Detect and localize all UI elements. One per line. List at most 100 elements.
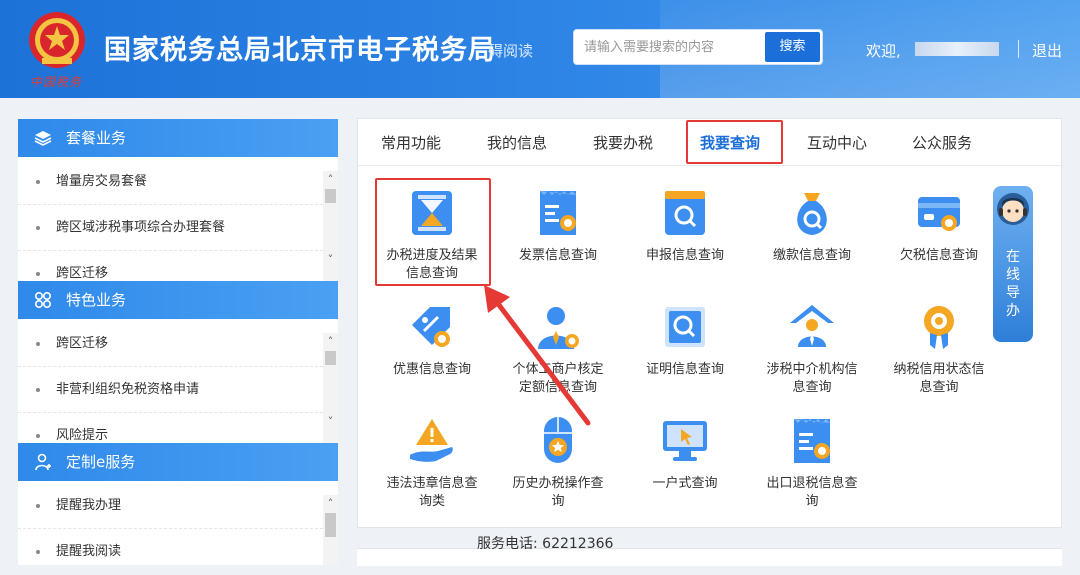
function-label-line1: 出口退税信息查 [766,476,858,491]
sidebar-item[interactable]: 跨区迁移 [18,251,323,281]
scroll-up-icon[interactable]: ˄ [323,173,338,187]
function-label-line1: 欠税信息查询 [899,248,978,263]
function-tile[interactable]: 一户式查询 [625,415,745,493]
sidebar-item[interactable]: 提醒我阅读 [18,529,323,575]
sidebar-item-label: 非营利组织免税资格申请 [56,382,200,397]
invoice-search-icon [540,191,576,235]
sidebar-item[interactable]: 跨区迁移 [18,321,323,367]
online-guide-label: 在线导办 [993,248,1033,320]
declaration-search-icon [665,191,705,235]
assistant-avatar-icon [997,193,1029,225]
section-header-featured[interactable]: 特色业务 [18,281,338,319]
sidebar-item-label: 增量房交易套餐 [56,174,148,189]
function-tile[interactable]: 纳税信用状态信 息查询 [879,301,999,397]
scroll-up-icon[interactable]: ˄ [323,497,338,511]
scroll-thumb[interactable] [325,189,336,203]
scroll-down-icon[interactable]: ˅ [323,253,338,267]
online-guide-char: 在 [1006,249,1020,265]
header-divider [1018,40,1019,58]
site-title: 国家税务总局北京市电子税务局 [104,35,496,66]
search-input[interactable] [574,30,752,64]
tab-bar: 常用功能 我的信息 我要办税 我要查询 互动中心 公众服务 [358,119,1061,166]
grid-icon [34,291,52,309]
section-title: 特色业务 [66,291,127,309]
sidebar-item-label: 提醒我阅读 [56,544,122,559]
tax-motto-logo: 中国税务 [30,75,83,89]
tab-public-service[interactable]: 公众服务 [912,132,972,153]
sidebar-item-label: 风险提示 [56,428,109,443]
search-box: 搜索 [574,30,822,64]
sidebar-item-label: 跨区域涉税事项综合办理套餐 [56,220,226,235]
function-label-line1: 纳税信用状态信 [893,362,985,377]
sidebar-item[interactable]: 非营利组织免税资格申请 [18,367,323,413]
function-label-line2: 询 [805,494,819,509]
scroll-down-icon[interactable]: ˅ [323,415,338,429]
sidebar-item[interactable]: 提醒我办理 [18,483,323,529]
function-label-line1: 申报信息查询 [645,248,724,263]
online-guide-char: 办 [1006,303,1020,319]
online-guide-char: 导 [1006,285,1020,301]
user-plus-icon [35,453,51,471]
credit-medal-icon [924,306,954,349]
sidebar-item[interactable]: 增量房交易套餐 [18,159,323,205]
tax-emblem-icon [29,12,85,68]
left-sidebar: 套餐业务 增量房交易套餐 跨区域涉税事项综合办理套餐 跨区迁移 ˄ ˅ 特色业务… [18,119,338,565]
tab-tax-filing[interactable]: 我要办税 [593,132,653,153]
section-title: 定制e服务 [66,453,136,471]
sidebar-item-label: 跨区迁移 [56,266,109,281]
function-tile[interactable]: 发票信息查询 [498,187,618,265]
sidebar-item[interactable]: 跨区域涉税事项综合办理套餐 [18,205,323,251]
monitor-cursor-icon [663,421,707,461]
function-tile[interactable]: 欠税信息查询 [879,187,999,265]
sidebar-item[interactable]: 风险提示 [18,413,323,443]
tab-interaction-center[interactable]: 互动中心 [807,132,867,153]
sidebar-item-label: 提醒我办理 [56,498,122,513]
scrollbar[interactable]: ˄ ˅ [323,333,338,443]
annotation-arrow-icon [484,285,591,426]
function-tile[interactable]: 证明信息查询 [625,301,745,379]
function-tile[interactable]: 出口退税信息查询 [752,415,872,511]
bullet [36,550,40,554]
function-tile[interactable]: 优惠信息查询 [372,301,492,379]
function-tile[interactable]: 违法违章信息查 询类 [372,415,492,511]
function-label-line1: 一户式查询 [652,476,718,491]
bullet [36,434,40,438]
section-header-package[interactable]: 套餐业务 [18,119,338,157]
logout-link[interactable]: 退出 [1032,40,1062,61]
function-label-line1: 违法违章信息查 [386,476,478,491]
tab-common-functions[interactable]: 常用功能 [381,132,441,153]
bottom-panel [357,548,1062,566]
bullet [36,180,40,184]
function-label-line1: 发票信息查询 [518,248,597,263]
accessibility-reading-link[interactable]: 碍阅读 [488,40,533,61]
function-tile[interactable]: 缴款信息查询 [752,187,872,265]
scroll-up-icon[interactable]: ˄ [323,335,338,349]
section-header-custom-service[interactable]: 定制e服务 [18,443,338,481]
bullet [36,342,40,346]
bullet [36,504,40,508]
function-label-line2: 息查询 [919,380,959,395]
agency-house-icon [790,305,834,347]
scroll-thumb[interactable] [325,513,336,537]
warning-hand-icon [410,419,453,462]
certificate-search-icon [665,307,705,347]
scroll-thumb[interactable] [325,351,336,365]
function-tile[interactable]: 申报信息查询 [625,187,745,265]
function-label-line1: 历史办税操作查 [512,476,604,491]
active-tab-highlight-box [686,120,783,164]
online-guide-button[interactable]: 在线导办 [993,186,1033,342]
search-button[interactable]: 搜索 [765,32,820,62]
top-header: 中国税务 国家税务总局北京市电子税务局 碍阅读 搜索 欢迎, 退出 [0,0,1080,98]
function-label-line1: 证明信息查询 [645,362,724,377]
function-label-line1: 缴款信息查询 [772,248,851,263]
layers-icon [34,131,52,146]
bullet [36,388,40,392]
tab-my-info[interactable]: 我的信息 [487,132,547,153]
section-title: 套餐业务 [66,129,127,147]
bullet [36,272,40,276]
function-tile[interactable]: 涉税中介机构信 息查询 [752,301,872,397]
scrollbar[interactable]: ˄ [323,495,338,565]
function-label-line1: 涉税中介机构信 [766,362,858,377]
online-guide-char: 线 [1006,267,1020,283]
scrollbar[interactable]: ˄ ˅ [323,171,338,281]
